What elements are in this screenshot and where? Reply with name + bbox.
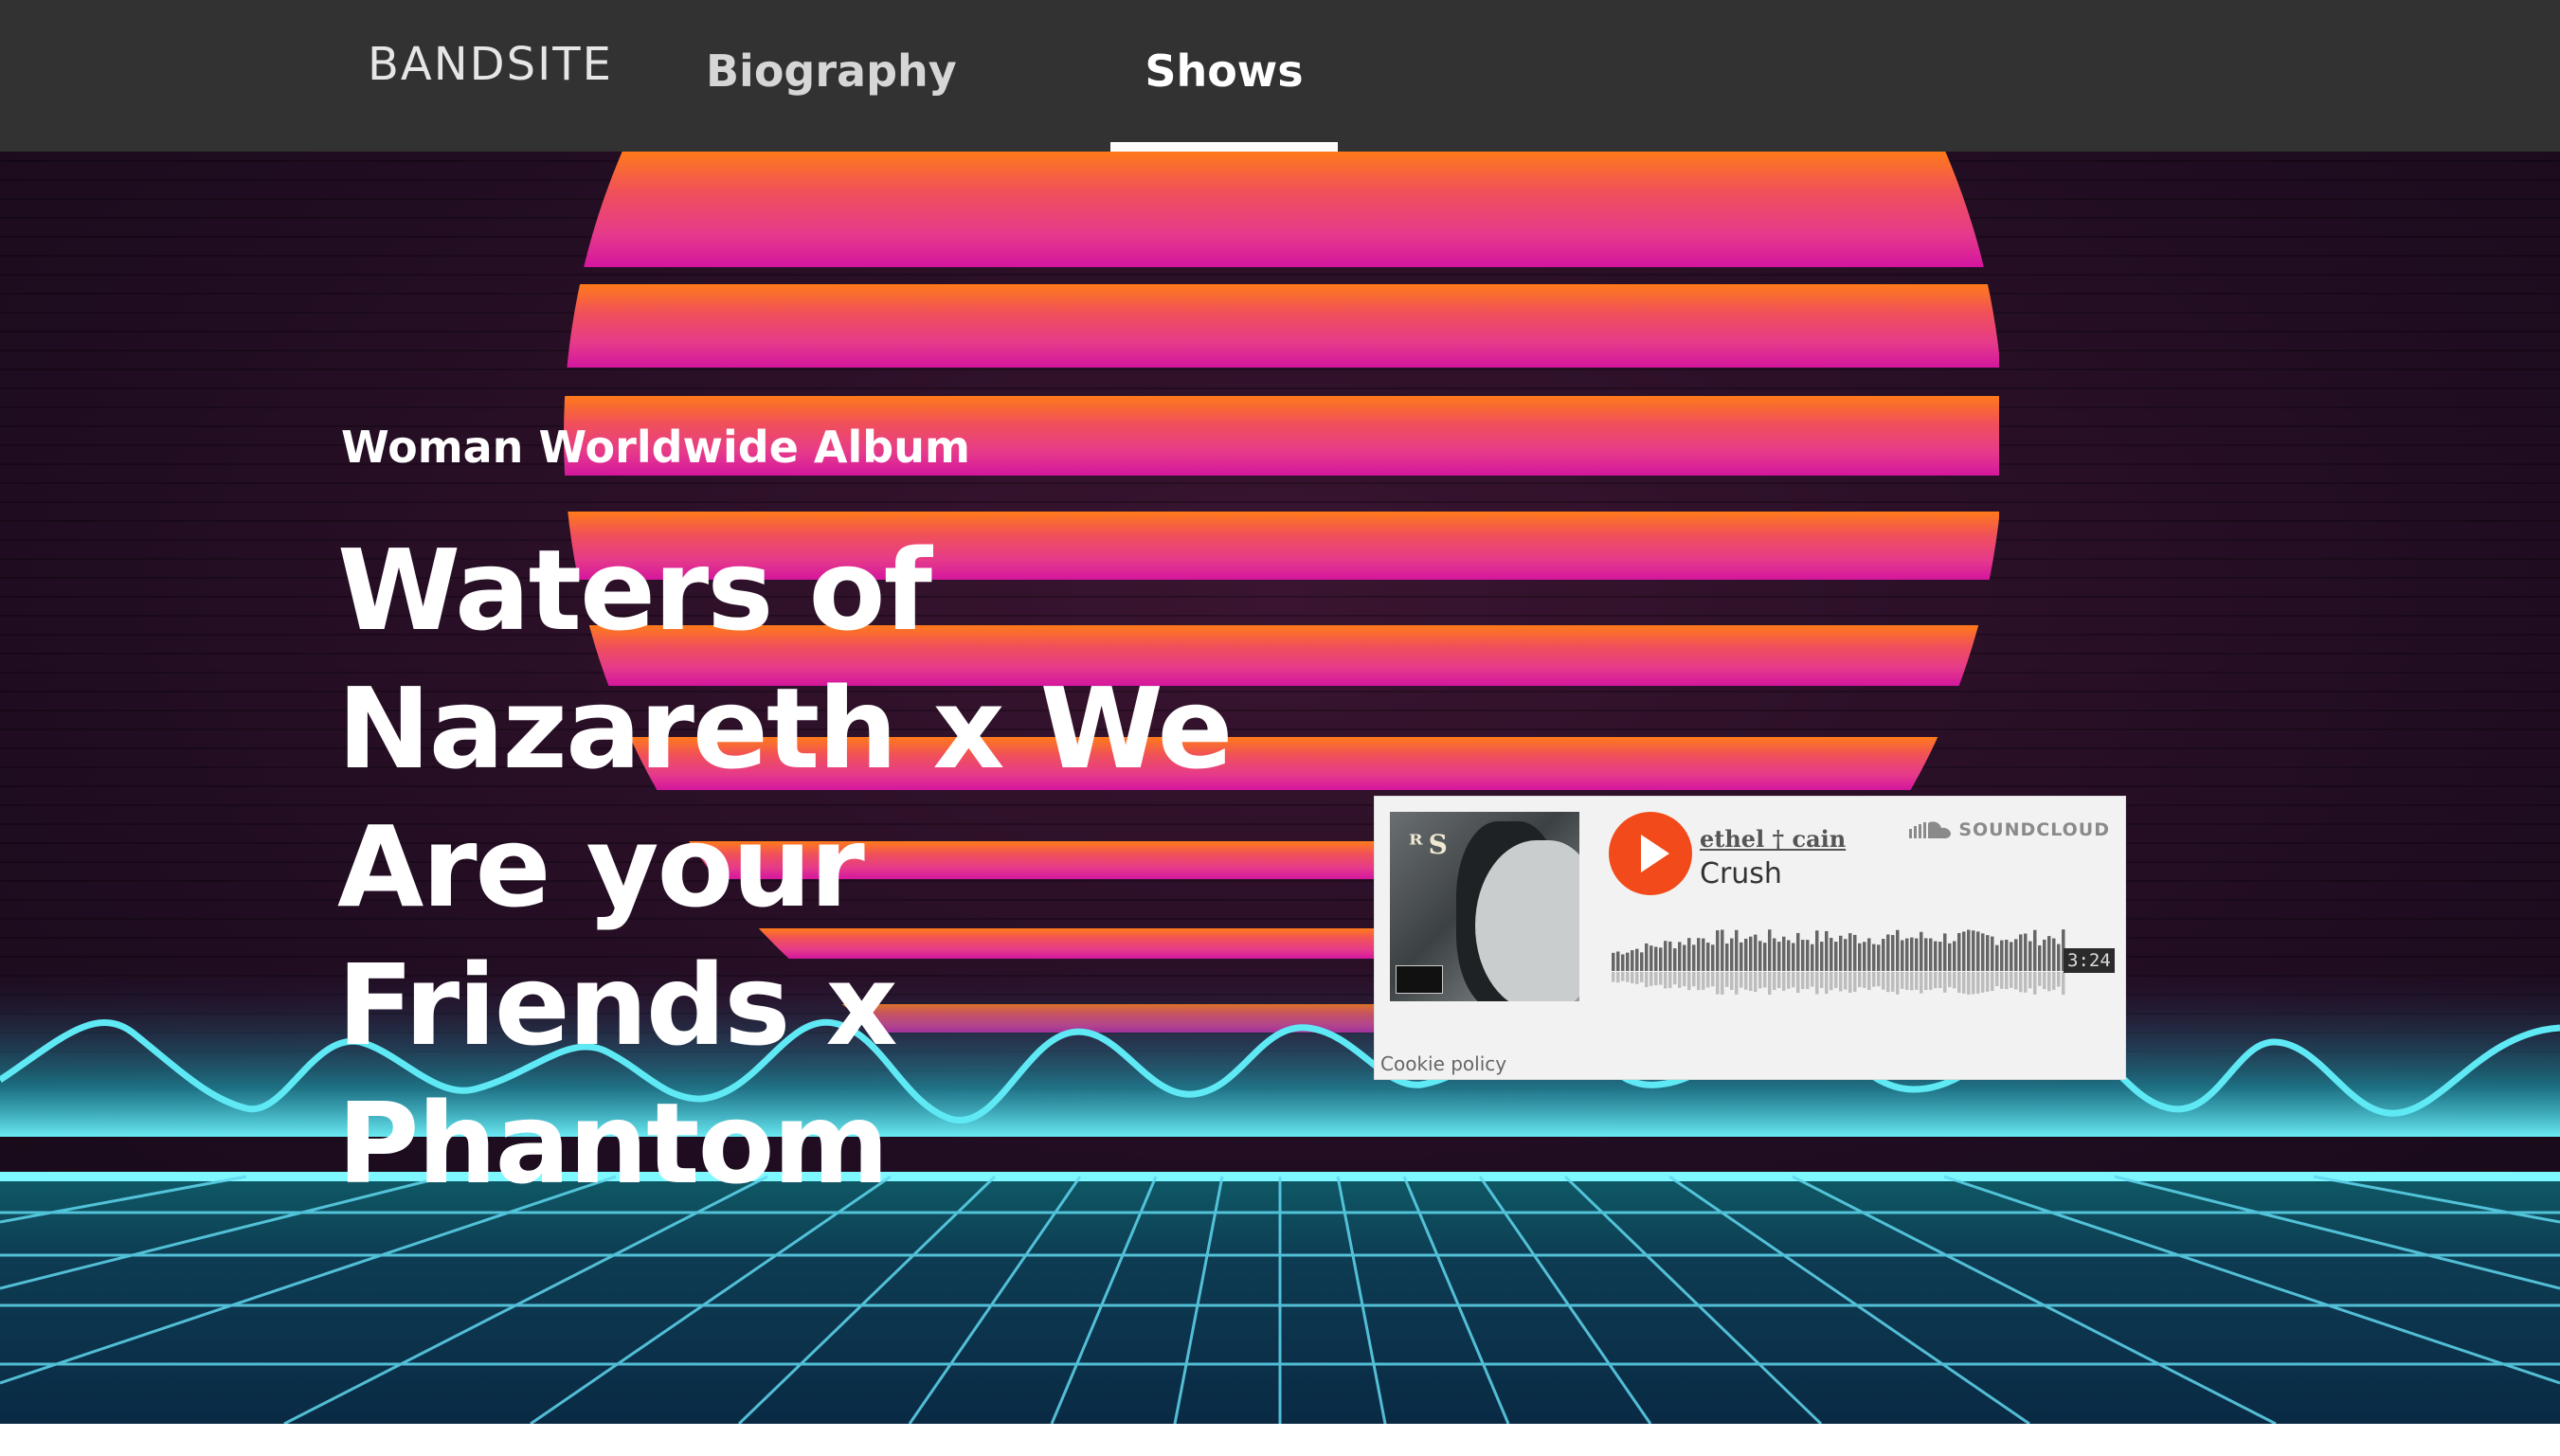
artist-link[interactable]: ethel † cain — [1700, 825, 1846, 853]
hero-subtitle: Woman Worldwide Album — [341, 422, 970, 473]
hero-title: Waters of Nazareth x We Are your Friends… — [337, 525, 1234, 1209]
track-duration: 3:24 — [2064, 948, 2115, 973]
play-button[interactable] — [1609, 812, 1692, 895]
cookie-policy-link[interactable]: Cookie policy — [1380, 1052, 1506, 1075]
top-nav: BANDSITE Biography Shows — [0, 0, 2560, 152]
site-logo[interactable]: BANDSITE — [368, 38, 613, 91]
album-art[interactable]: ᴿS — [1390, 812, 1579, 1001]
track-title[interactable]: Crush — [1700, 857, 1782, 890]
nav-link-biography[interactable]: Biography — [706, 45, 957, 97]
hero-section: Woman Worldwide Album Waters of Nazareth… — [0, 152, 2560, 1424]
soundcloud-brand-label: SOUNDCLOUD — [1958, 819, 2110, 840]
soundcloud-player[interactable]: ᴿS ethel † cain Crush SOUNDCLOUD 3:24 Co… — [1374, 796, 2126, 1080]
album-art-lettering: ᴿS — [1409, 829, 1453, 860]
waveform[interactable] — [1612, 918, 2066, 1013]
active-tab-indicator — [1110, 142, 1338, 152]
nav-link-shows[interactable]: Shows — [1110, 0, 1338, 152]
explicit-badge — [1396, 965, 1443, 994]
nav-link-shows-label: Shows — [1145, 45, 1304, 97]
soundcloud-icon — [1909, 821, 1952, 838]
soundcloud-logo[interactable]: SOUNDCLOUD — [1909, 819, 2110, 840]
